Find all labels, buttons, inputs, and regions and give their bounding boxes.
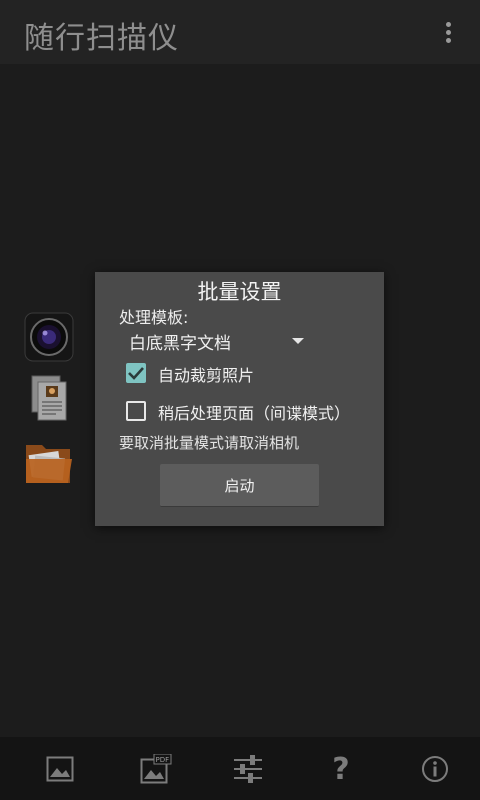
- overflow-menu-icon[interactable]: [446, 22, 452, 44]
- pdf-icon[interactable]: PDF: [136, 751, 176, 787]
- app-screen: 随行扫描仪 批量设置 处理模板: 白底黑字文档 自动裁剪照片 稍后处理页面（间谍…: [0, 0, 480, 800]
- template-selected-value: 白底黑字文档: [129, 334, 231, 354]
- template-dropdown[interactable]: 白底黑字文档: [129, 329, 309, 354]
- help-icon[interactable]: ?: [321, 751, 361, 787]
- dialog-title: 批量设置: [197, 280, 282, 304]
- info-icon[interactable]: [415, 751, 455, 787]
- auto-crop-label: 自动裁剪照片: [158, 366, 255, 385]
- template-label: 处理模板:: [119, 308, 189, 327]
- bottom-toolbar: PDF ?: [0, 737, 480, 800]
- process-later-label: 稍后处理页面（间谍模式）: [158, 404, 351, 423]
- dropdown-arrow-icon: [292, 338, 304, 344]
- svg-text:PDF: PDF: [156, 756, 170, 764]
- app-title: 随行扫描仪: [24, 21, 179, 56]
- auto-crop-checkbox[interactable]: [126, 363, 146, 383]
- help-glyph: ?: [332, 751, 350, 787]
- settings-sliders-icon[interactable]: [228, 751, 268, 787]
- cancel-batch-hint: 要取消批量模式请取消相机: [119, 434, 300, 452]
- action-bar: 随行扫描仪: [0, 0, 480, 64]
- process-later-checkbox[interactable]: [126, 401, 146, 421]
- folder-icon[interactable]: [24, 437, 74, 487]
- checkmark-icon: [128, 367, 144, 380]
- documents-icon[interactable]: [24, 373, 74, 423]
- gallery-icon[interactable]: [40, 751, 80, 787]
- start-button[interactable]: 启动: [160, 464, 319, 507]
- batch-settings-dialog: 批量设置 处理模板: 白底黑字文档 自动裁剪照片 稍后处理页面（间谍模式） 要取…: [95, 272, 384, 526]
- camera-icon[interactable]: [24, 312, 74, 362]
